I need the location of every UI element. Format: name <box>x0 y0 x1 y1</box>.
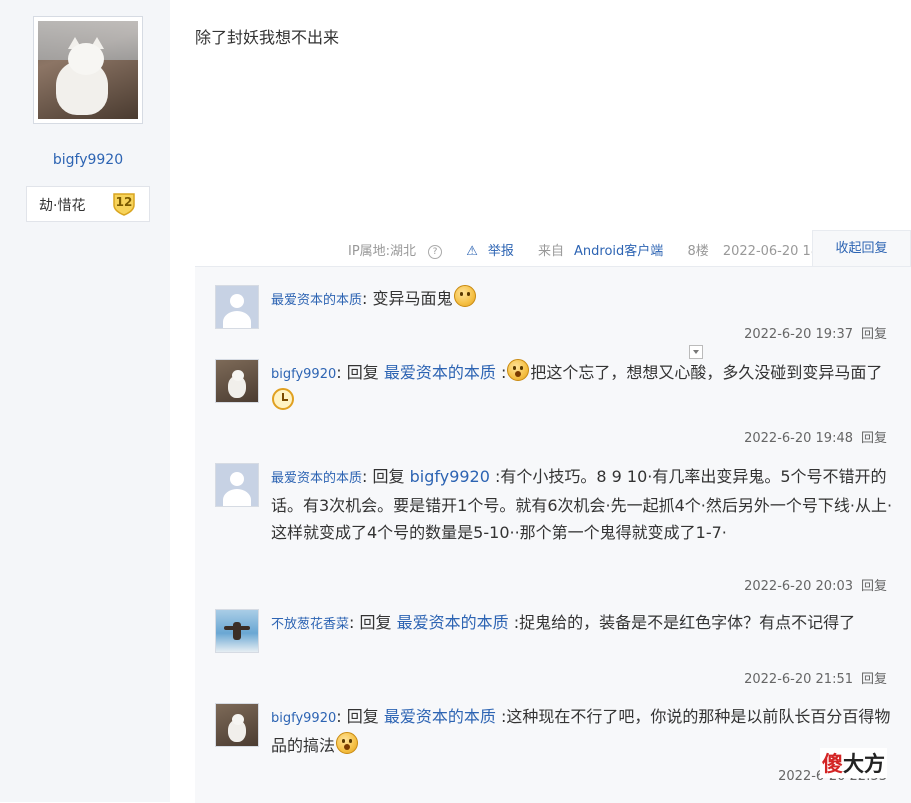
post-meta: IP属地:湖北? ⚠ 举报 来自 Android客户端 8楼 2022-06-20 … <box>348 240 850 260</box>
collapse-replies-button[interactable]: 收起回复 <box>812 230 911 267</box>
reply-meta: 2022-6-20 21:51 回复 <box>744 668 887 687</box>
reply-username[interactable]: 最爱资本的本质 <box>271 293 362 308</box>
reply-text: 最爱资本的本质: 回复 bigfy9920 :有个小技巧。8 9 10·有几率出… <box>271 467 893 542</box>
level-number: 12 <box>115 195 133 209</box>
reply-username[interactable]: 最爱资本的本质 <box>271 471 362 486</box>
reply-time: 2022-6-20 19:48 <box>744 431 853 446</box>
author-username[interactable]: bigfy9920 <box>0 152 176 168</box>
reply-button[interactable]: 回复 <box>861 327 887 342</box>
reply-time: 2022-6-20 20:03 <box>744 579 853 594</box>
alarm-clock-emoji-icon <box>272 388 294 410</box>
rank-name: 劫·惜花 <box>39 198 86 214</box>
ip-location: IP属地:湖北? <box>348 244 452 259</box>
reply-text: bigfy9920: 回复 最爱资本的本质 : 把这个忘了，想想又心酸，多久没碰到… <box>271 359 901 415</box>
cat-avatar-image <box>216 360 258 402</box>
reply-item: 不放葱花香菜: 回复 最爱资本的本质 :捉鬼给的，装备是不是红色字体？有点不记得… <box>215 609 895 693</box>
floor-number: 8楼 <box>687 244 709 259</box>
client-info: 来自 Android客户端 <box>538 244 664 259</box>
reply-time: 2022-6-20 19:37 <box>744 327 853 342</box>
reply-button[interactable]: 回复 <box>861 431 887 446</box>
reply-time: 2022-6-20 21:51 <box>744 672 853 687</box>
reply-meta: 2022-6-20 19:37 回复 <box>744 323 887 342</box>
client-link[interactable]: Android客户端 <box>574 244 663 259</box>
reply-text: bigfy9920: 回复 最爱资本的本质 :这种现在不行了吧，你说的那种是以前… <box>271 707 891 755</box>
reply-to-user[interactable]: 最爱资本的本质 <box>397 613 509 632</box>
author-avatar[interactable] <box>33 16 143 124</box>
cat-avatar-image <box>216 704 258 746</box>
author-rank: 劫·惜花 12 <box>26 186 150 222</box>
reply-avatar[interactable] <box>215 703 259 747</box>
reply-meta: 2022-6-20 19:48 回复 <box>744 427 887 446</box>
reply-text: 最爱资本的本质: 变异马面鬼 <box>271 285 901 314</box>
default-user-icon <box>216 464 258 506</box>
dropdown-arrow-icon[interactable] <box>689 345 703 359</box>
reply-avatar[interactable] <box>215 285 259 329</box>
author-sidebar: bigfy9920 劫·惜花 12 <box>0 0 170 802</box>
reply-item: bigfy9920: 回复 最爱资本的本质 : 把这个忘了，想想又心酸，多久没碰到… <box>215 359 895 451</box>
reply-meta: 2022-6-20 20:03 回复 <box>744 575 887 594</box>
default-user-icon <box>216 286 258 328</box>
reply-username[interactable]: bigfy9920 <box>271 367 336 382</box>
post-content: 除了封妖我想不出来 <box>195 28 340 47</box>
reply-item: 最爱资本的本质: 变异马面鬼 2022-6-20 19:37 回复 <box>215 285 895 359</box>
reply-button[interactable]: 回复 <box>861 672 887 687</box>
report-button[interactable]: ⚠ 举报 <box>466 244 524 259</box>
reply-to-user[interactable]: 最爱资本的本质 <box>384 363 496 382</box>
surprised-emoji-icon <box>507 359 530 381</box>
level-badge-icon: 12 <box>111 192 137 216</box>
reply-text: 不放葱花香菜: 回复 最爱资本的本质 :捉鬼给的，装备是不是红色字体？有点不记得… <box>271 613 856 632</box>
reply-to-user[interactable]: bigfy9920 <box>410 467 490 486</box>
reply-username[interactable]: bigfy9920 <box>271 711 336 726</box>
swimmer-avatar-image <box>216 610 258 652</box>
reply-button[interactable]: 回复 <box>861 579 887 594</box>
surprised-emoji-icon <box>336 732 359 754</box>
reply-item: bigfy9920: 回复 最爱资本的本质 :这种现在不行了吧，你说的那种是以前… <box>215 703 895 803</box>
warning-icon: ⚠ <box>466 244 478 259</box>
reply-avatar[interactable] <box>215 359 259 403</box>
reply-username[interactable]: 不放葱花香菜 <box>271 617 349 632</box>
reply-list: 最爱资本的本质: 变异马面鬼 2022-6-20 19:37 回复 bigfy99… <box>195 266 911 803</box>
grin-emoji-icon <box>453 285 476 307</box>
reply-avatar[interactable] <box>215 463 259 507</box>
reply-avatar[interactable] <box>215 609 259 653</box>
watermark-logo: 傻大方 <box>820 748 887 778</box>
reply-item: 最爱资本的本质: 回复 bigfy9920 :有个小技巧。8 9 10·有几率出… <box>215 463 895 599</box>
reply-to-user[interactable]: 最爱资本的本质 <box>384 707 496 726</box>
help-icon[interactable]: ? <box>428 245 443 259</box>
cat-photo-image <box>38 21 138 119</box>
